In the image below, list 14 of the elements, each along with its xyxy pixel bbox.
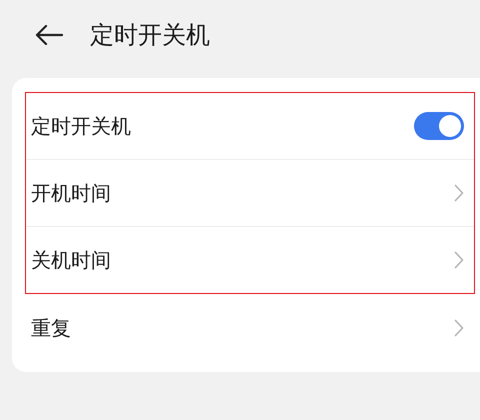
row-label: 关机时间 [31,246,111,274]
row-label: 重复 [31,314,71,342]
chevron-icon [454,184,464,202]
toggle-switch[interactable] [414,112,464,140]
row-label: 开机时间 [31,180,111,206]
row-label: 定时开关机 [31,112,131,140]
settings-row[interactable]: 重复 [26,295,474,361]
chevron-icon [454,319,464,337]
settings-row[interactable]: 关机时间 [26,227,474,293]
back-icon[interactable] [35,25,63,45]
settings-row[interactable]: 定时开关机 [26,93,474,160]
page-title: 定时开关机 [90,20,210,51]
settings-row[interactable]: 开机时间 [26,160,474,227]
chevron-icon [454,251,464,269]
